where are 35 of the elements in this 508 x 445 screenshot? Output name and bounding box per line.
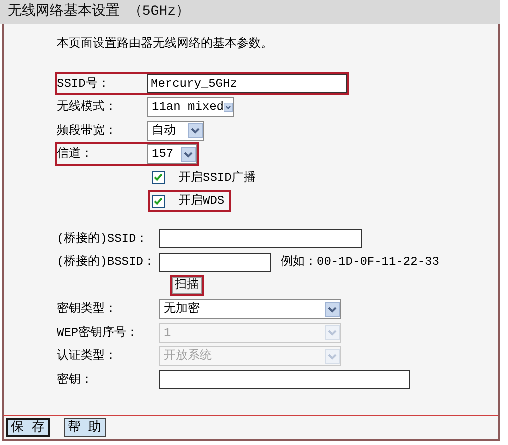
input-field[interactable] [159, 370, 410, 390]
field-label: 密钥类型： [57, 301, 118, 318]
field-label: 认证类型： [57, 348, 118, 366]
field-label: 密钥： [57, 372, 94, 389]
chevron-down-icon [325, 348, 340, 364]
field-label: 无线模式： [57, 99, 118, 116]
checkbox[interactable] [152, 171, 165, 184]
checkbox[interactable] [152, 194, 165, 208]
field-label: SSID号： [57, 76, 111, 93]
dropdown: 开放系统 [159, 346, 341, 366]
hint-text: 例如：00-1D-0F-11-22-33 [281, 254, 440, 272]
dropdown[interactable]: 无加密 [159, 299, 341, 320]
action-button[interactable]: 保 存 [6, 418, 50, 437]
dropdown[interactable]: 157 [147, 144, 197, 164]
page-title: 无线网络基本设置 （5GHz） [0, 0, 500, 24]
checkbox-label: 开启WDS [179, 193, 225, 210]
input-field[interactable] [159, 229, 362, 248]
input-field[interactable]: Mercury_5GHz [147, 74, 347, 94]
chevron-down-icon [188, 123, 203, 138]
scan-button[interactable]: 扫描 [172, 277, 202, 294]
chevron-down-icon [325, 325, 340, 340]
field-label: (桥接的)SSID： [57, 230, 150, 248]
field-label: 信道： [57, 146, 94, 164]
chevron-down-icon [325, 302, 340, 317]
description-text: 本页面设置路由器无线网络的基本参数。 [57, 36, 273, 53]
field-label: WEP密钥序号： [57, 324, 140, 342]
input-field[interactable] [159, 252, 271, 272]
dropdown: 1 [159, 322, 341, 343]
checkbox-label: 开启SSID广播 [179, 170, 256, 187]
dropdown[interactable]: 自动 [147, 120, 204, 141]
field-label: (桥接的)BSSID： [57, 254, 156, 272]
chevron-down-icon [181, 146, 196, 162]
field-label: 频段带宽： [57, 122, 118, 140]
action-button[interactable]: 帮 助 [64, 418, 106, 437]
dropdown[interactable]: 11an mixed [147, 97, 234, 118]
